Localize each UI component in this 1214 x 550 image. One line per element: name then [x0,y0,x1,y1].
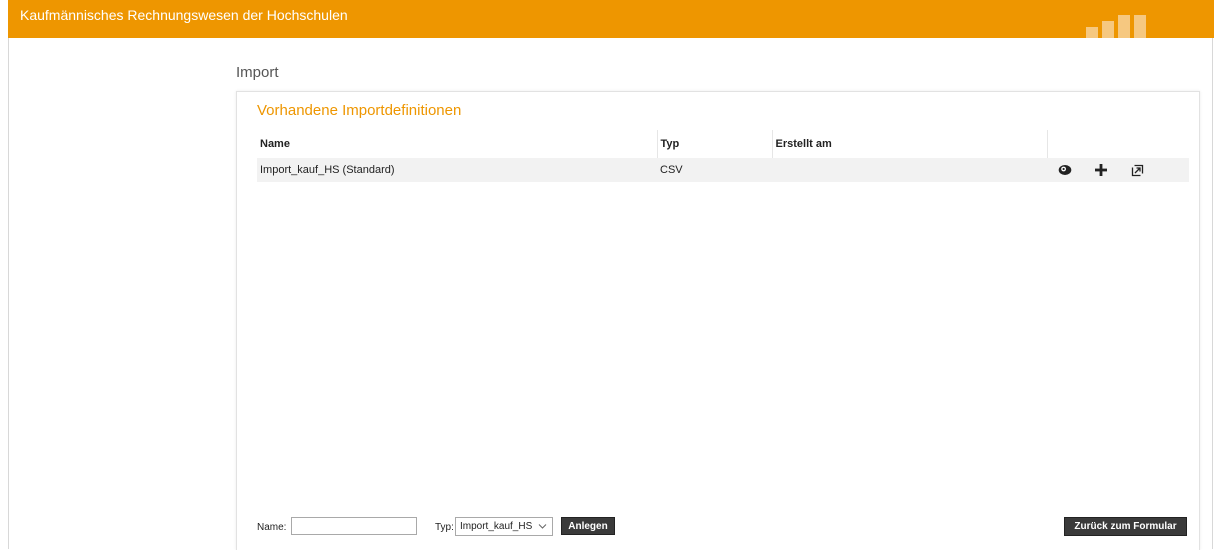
export-icon[interactable] [1119,159,1155,181]
logo [1086,15,1150,38]
name-input[interactable] [291,517,417,535]
app-title: Kaufmännisches Rechnungswesen der Hochsc… [20,7,348,23]
right-divider [1212,38,1213,549]
typ-selected-value: Import_kauf_HS [460,521,533,532]
back-to-form-button[interactable]: Zurück zum Formular [1064,517,1187,536]
column-header-typ[interactable]: Typ [657,130,773,158]
footer-form: Name: Typ: Import_kauf_HS Anlegen Zurück… [257,516,1189,540]
anlegen-button[interactable]: Anlegen [561,517,615,535]
header-bar: Kaufmännisches Rechnungswesen der Hochsc… [8,0,1214,38]
panel-title: Vorhandene Importdefinitionen [257,102,462,119]
row-actions [1047,158,1189,182]
table-header-row: Name Typ Erstellt am [257,130,1189,158]
left-divider [8,38,9,549]
cell-name: Import_kauf_HS (Standard) [257,158,657,182]
cell-typ: CSV [657,158,772,182]
column-header-actions [1047,130,1189,158]
column-header-name[interactable]: Name [257,130,658,158]
import-definitions-table: Name Typ Erstellt am Import_kauf_HS (Sta… [257,130,1189,182]
typ-select[interactable]: Import_kauf_HS [455,517,553,536]
view-icon[interactable] [1047,159,1083,181]
page-title: Import [236,64,279,81]
chevron-down-icon [538,520,547,535]
typ-label: Typ: [435,522,454,533]
name-label: Name: [257,522,287,533]
add-icon[interactable] [1083,159,1119,181]
table-row[interactable]: Import_kauf_HS (Standard) CSV [257,158,1189,182]
cell-erstellt-am [772,158,1047,182]
import-definitions-panel: Vorhandene Importdefinitionen Name Typ E… [236,91,1200,550]
column-header-erstellt-am[interactable]: Erstellt am [772,130,1048,158]
